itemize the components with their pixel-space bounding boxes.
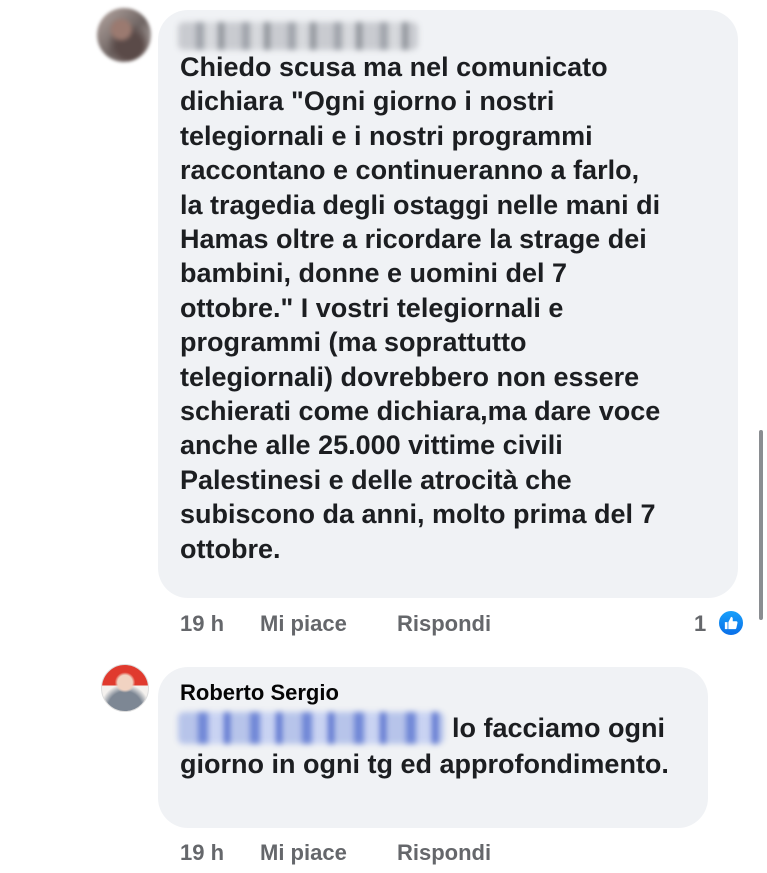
reply-like-button[interactable]: Mi piace xyxy=(260,840,347,866)
comment-like-button[interactable]: Mi piace xyxy=(260,611,347,637)
comment-timestamp[interactable]: 19 h xyxy=(180,611,224,637)
reply-text: lo facciamo ogni giorno in ogni tg ed ap… xyxy=(180,713,669,779)
comment-reply-button[interactable]: Rispondi xyxy=(397,611,491,637)
commenter-avatar[interactable] xyxy=(97,8,151,62)
blurred-commenter-name[interactable] xyxy=(178,22,418,50)
thumbs-up-icon xyxy=(724,616,738,630)
reply-author-avatar[interactable] xyxy=(101,664,149,712)
comment-text: Chiedo scusa ma nel comunicato dichiara … xyxy=(180,52,661,564)
reaction-count[interactable]: 1 xyxy=(694,611,706,637)
like-thumb-icon[interactable] xyxy=(717,609,745,637)
reply-timestamp[interactable]: 19 h xyxy=(180,840,224,866)
reply-reply-button[interactable]: Rispondi xyxy=(397,840,491,866)
reply-author-name[interactable]: Roberto Sergio xyxy=(180,680,339,706)
scrollbar[interactable] xyxy=(759,430,763,620)
